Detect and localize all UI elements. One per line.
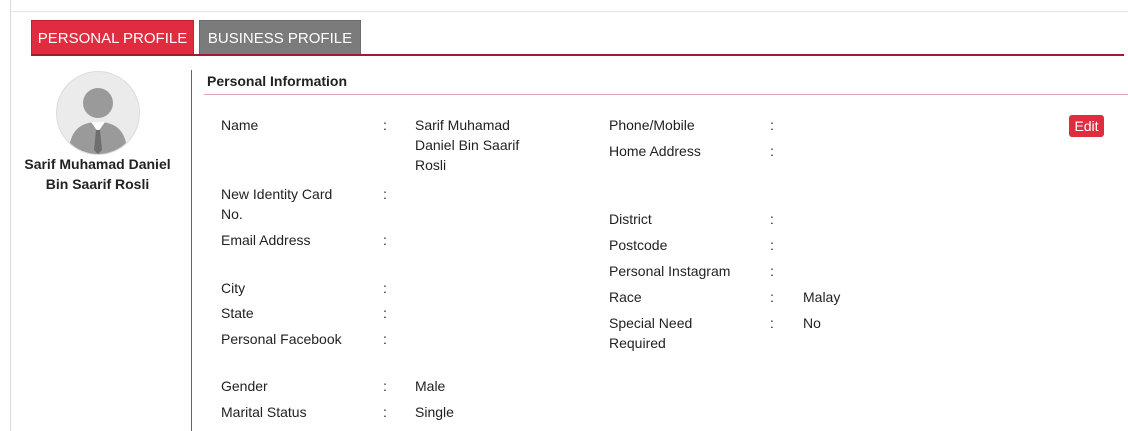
profile-name: Sarif Muhamad Daniel Bin Saarif Rosli [24, 156, 171, 192]
field-colon: : [383, 331, 387, 347]
user-silhouette-icon [69, 88, 127, 154]
field-label-state: State [221, 305, 254, 321]
field-colon: : [770, 143, 774, 159]
tab-underline [31, 54, 1124, 56]
field-colon: : [770, 263, 774, 279]
field-label-postcode: Postcode [609, 237, 668, 253]
field-value-race: Malay [803, 289, 841, 305]
field-colon: : [770, 211, 774, 227]
field-colon: : [383, 186, 387, 202]
section-divider [191, 70, 192, 431]
edit-button[interactable]: Edit [1069, 115, 1104, 137]
field-colon: : [770, 315, 774, 331]
section-title: Personal Information [207, 73, 348, 89]
field-colon: : [383, 378, 387, 394]
field-colon: : [770, 289, 774, 305]
field-label-city: City [221, 280, 246, 296]
field-label-phone-mobile: Phone/Mobile [609, 117, 695, 133]
field-label-district: District [609, 211, 652, 227]
frame-border-left [10, 0, 11, 431]
field-colon: : [770, 117, 774, 133]
field-label-home-address: Home Address [609, 143, 701, 159]
field-label-personal-instagram: Personal Instagram [609, 263, 731, 279]
section-underline [204, 94, 1128, 95]
field-value-gender: Male [415, 378, 446, 394]
frame-border-top [10, 11, 1128, 12]
field-label-name: Name [221, 117, 259, 133]
field-colon: : [383, 117, 387, 133]
field-label-email: Email Address [221, 232, 311, 248]
field-label-personal-facebook: Personal Facebook [221, 331, 342, 347]
field-colon: : [770, 237, 774, 253]
field-value-special-need-required: No [803, 315, 821, 331]
field-value-marital-status: Single [415, 404, 454, 420]
field-colon: : [383, 305, 387, 321]
field-colon: : [383, 404, 387, 420]
field-label-race: Race [609, 289, 642, 305]
field-label-marital-status: Marital Status [221, 404, 307, 420]
tab-business-profile[interactable]: BUSINESS PROFILE [199, 20, 361, 55]
field-label-gender: Gender [221, 378, 268, 394]
field-label-special-need-required: Special Need Required [609, 315, 693, 351]
field-colon: : [383, 280, 387, 296]
field-label-new-identity-card: New Identity Card No. [221, 186, 333, 222]
field-value-name: Sarif Muhamad Daniel Bin Saarif Rosli [415, 117, 520, 173]
avatar [56, 71, 140, 155]
field-colon: : [383, 232, 387, 248]
tab-personal-profile[interactable]: PERSONAL PROFILE [31, 20, 194, 55]
